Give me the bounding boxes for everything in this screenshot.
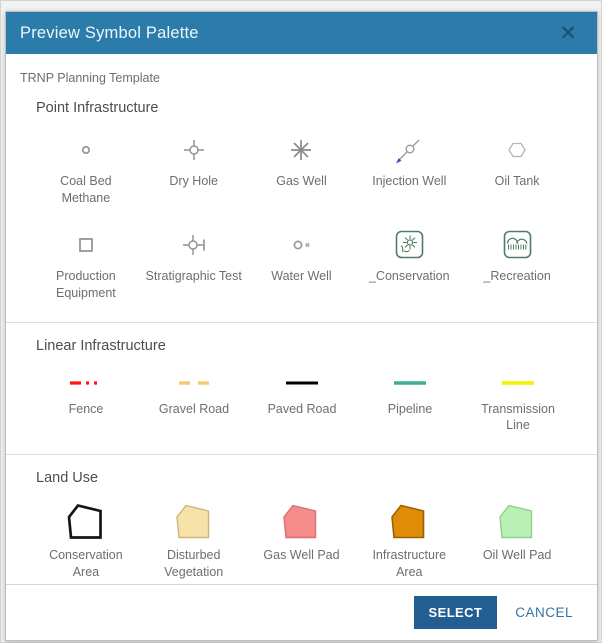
symbol-cell: Conservation Area bbox=[32, 502, 140, 581]
symbol-label: Infrastructure Area bbox=[360, 547, 458, 581]
dialog-footer: SELECT CANCEL bbox=[6, 584, 597, 640]
gas-well-symbol-icon bbox=[281, 132, 321, 168]
transmission-line-symbol-icon bbox=[464, 370, 572, 396]
symbol-label: Oil Well Pad bbox=[483, 547, 552, 564]
section-linear-infrastructure: Linear Infrastructure Fence Gravel Road Pav… bbox=[6, 322, 597, 455]
symbol-label: Stratigraphic Test bbox=[146, 268, 242, 285]
template-name: TRNP Planning Template bbox=[20, 71, 583, 85]
infrastructure-area-polygon-symbol-icon bbox=[387, 502, 431, 542]
symbol-grid: Fence Gravel Road Paved Road Pipeline Transm… bbox=[32, 370, 571, 435]
paved-road-line-symbol-icon bbox=[248, 370, 356, 396]
disturbed-vegetation-polygon-symbol-icon bbox=[172, 502, 216, 542]
symbol-cell: _Recreation bbox=[463, 227, 571, 302]
symbol-cell: Oil Tank bbox=[463, 132, 571, 207]
symbol-cell: Oil Well Pad bbox=[463, 502, 571, 581]
section-title: Linear Infrastructure bbox=[36, 338, 567, 354]
symbol-cell: Disturbed Vegetation bbox=[140, 502, 248, 581]
symbol-grid: Coal Bed Methane Dry Hole Gas Well Injectio… bbox=[32, 132, 571, 302]
symbol-cell: Water Well bbox=[248, 227, 356, 302]
gas-well-pad-polygon-symbol-icon bbox=[279, 502, 323, 542]
symbol-cell: Pipeline bbox=[356, 370, 464, 435]
symbol-cell: Gas Well Pad bbox=[248, 502, 356, 581]
conservation-point-symbol-icon bbox=[389, 227, 429, 263]
preview-symbol-palette-dialog: Preview Symbol Palette ✕ TRNP Planning T… bbox=[5, 11, 598, 641]
recreation-point-symbol-icon bbox=[497, 227, 537, 263]
symbol-cell: Paved Road bbox=[248, 370, 356, 435]
symbol-label: Water Well bbox=[271, 268, 331, 285]
symbol-label: Disturbed Vegetation bbox=[145, 547, 243, 581]
page-background: { "window": { "title": "Preview Symbol P… bbox=[0, 0, 602, 643]
symbol-label: Production Equipment bbox=[37, 268, 135, 302]
gravel-road-line-symbol-icon bbox=[140, 370, 248, 396]
symbol-cell: Fence bbox=[32, 370, 140, 435]
symbol-label: Dry Hole bbox=[169, 173, 218, 190]
production-equipment-symbol-icon bbox=[66, 227, 106, 263]
symbol-cell: Injection Well bbox=[355, 132, 463, 207]
section-point-infrastructure: Point Infrastructure Coal Bed Methane Dry … bbox=[6, 85, 597, 322]
select-button[interactable]: SELECT bbox=[414, 596, 498, 629]
dry-hole-symbol-icon bbox=[174, 132, 214, 168]
stratigraphic-test-symbol-icon bbox=[174, 227, 214, 263]
symbol-cell: Infrastructure Area bbox=[355, 502, 463, 581]
coal-bed-methane-symbol-icon bbox=[66, 132, 106, 168]
symbol-label: Paved Road bbox=[268, 401, 337, 418]
symbol-label: _Conservation bbox=[369, 268, 450, 285]
symbol-label: Gas Well bbox=[276, 173, 326, 190]
sections: Point Infrastructure Coal Bed Methane Dry … bbox=[6, 85, 597, 583]
oil-well-pad-polygon-symbol-icon bbox=[495, 502, 539, 542]
symbol-label: Gravel Road bbox=[159, 401, 229, 418]
section-land-use: Land Use Conservation Area Disturbed Veget… bbox=[6, 454, 597, 583]
injection-well-symbol-icon bbox=[389, 132, 429, 168]
symbol-label: Fence bbox=[69, 401, 104, 418]
fence-line-symbol-icon bbox=[32, 370, 140, 396]
conservation-area-polygon-symbol-icon bbox=[64, 502, 108, 542]
section-title: Point Infrastructure bbox=[36, 100, 567, 116]
symbol-cell: Production Equipment bbox=[32, 227, 140, 302]
symbol-cell: Gravel Road bbox=[140, 370, 248, 435]
symbol-label: Conservation Area bbox=[37, 547, 135, 581]
symbol-cell: _Conservation bbox=[355, 227, 463, 302]
symbol-label: Oil Tank bbox=[495, 173, 540, 190]
section-title: Land Use bbox=[36, 470, 567, 486]
symbol-label: Transmission Line bbox=[469, 401, 567, 435]
symbol-label: Injection Well bbox=[372, 173, 446, 190]
water-well-symbol-icon bbox=[281, 227, 321, 263]
cancel-button[interactable]: CANCEL bbox=[515, 605, 573, 620]
pipeline-line-symbol-icon bbox=[356, 370, 464, 396]
symbol-label: Coal Bed Methane bbox=[37, 173, 135, 207]
symbol-cell: Coal Bed Methane bbox=[32, 132, 140, 207]
symbol-cell: Transmission Line bbox=[464, 370, 572, 435]
dialog-title: Preview Symbol Palette bbox=[20, 24, 199, 43]
symbol-cell: Stratigraphic Test bbox=[140, 227, 248, 302]
oil-tank-symbol-icon bbox=[497, 132, 537, 168]
symbol-grid: Conservation Area Disturbed Vegetation Gas… bbox=[32, 502, 571, 581]
symbol-cell: Dry Hole bbox=[140, 132, 248, 207]
close-icon[interactable]: ✕ bbox=[555, 21, 581, 46]
dialog-header: Preview Symbol Palette ✕ bbox=[6, 12, 597, 54]
dialog-body: TRNP Planning Template Point Infrastruct… bbox=[6, 54, 597, 583]
symbol-label: Gas Well Pad bbox=[263, 547, 339, 564]
symbol-cell: Gas Well bbox=[248, 132, 356, 207]
symbol-label: _Recreation bbox=[483, 268, 550, 285]
symbol-label: Pipeline bbox=[388, 401, 432, 418]
